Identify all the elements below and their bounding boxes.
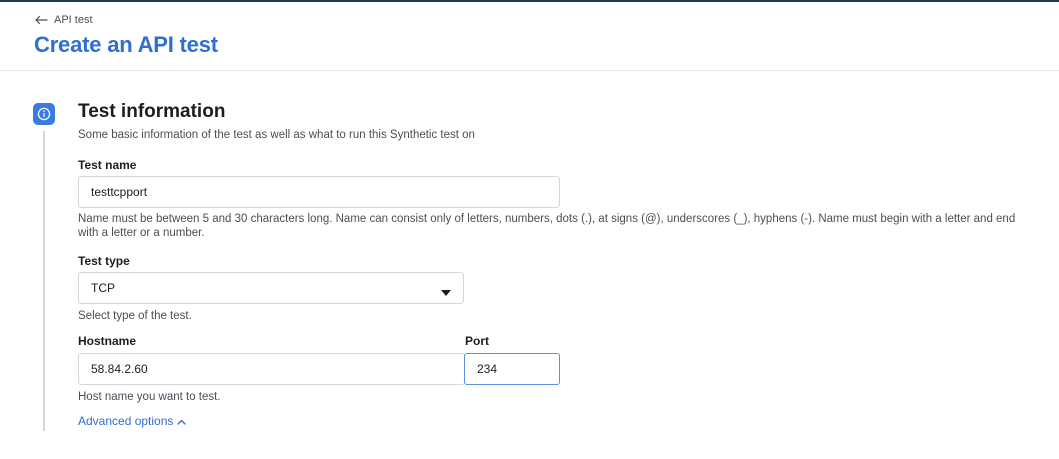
port-value: 234: [477, 362, 498, 376]
test-name-input[interactable]: testtcpport: [78, 176, 560, 208]
page-title: Create an API test: [34, 32, 218, 57]
hostname-input[interactable]: 58.84.2.60: [78, 353, 465, 385]
section-title: Test information: [78, 101, 226, 122]
section-description: Some basic information of the test as we…: [78, 129, 475, 141]
hostname-label: Hostname: [78, 334, 137, 348]
test-type-value: TCP: [91, 281, 115, 295]
chevron-up-icon: [177, 414, 187, 428]
step-connector-line: [43, 131, 45, 431]
back-link[interactable]: API test: [34, 14, 93, 26]
test-type-select[interactable]: TCP: [78, 272, 464, 304]
test-name-label: Test name: [78, 158, 137, 172]
test-information-section: Test information Some basic information …: [0, 71, 1059, 459]
breadcrumb-label[interactable]: API test: [54, 14, 93, 26]
page-header: API test Create an API test: [0, 2, 1059, 71]
test-name-value: testtcpport: [91, 185, 148, 199]
caret-down-icon: [441, 285, 451, 299]
hostname-value: 58.84.2.60: [91, 362, 148, 376]
port-input[interactable]: 234: [464, 353, 560, 385]
advanced-options-label[interactable]: Advanced options: [78, 414, 173, 428]
info-icon: [33, 103, 55, 125]
port-label: Port: [465, 334, 489, 348]
test-type-help: Select type of the test.: [78, 310, 192, 322]
advanced-options-toggle[interactable]: Advanced options: [78, 414, 187, 428]
test-name-help: Name must be between 5 and 30 characters…: [78, 213, 1016, 239]
hostname-help: Host name you want to test.: [78, 391, 221, 403]
arrow-left-icon: [34, 15, 48, 25]
test-type-label: Test type: [78, 254, 130, 268]
